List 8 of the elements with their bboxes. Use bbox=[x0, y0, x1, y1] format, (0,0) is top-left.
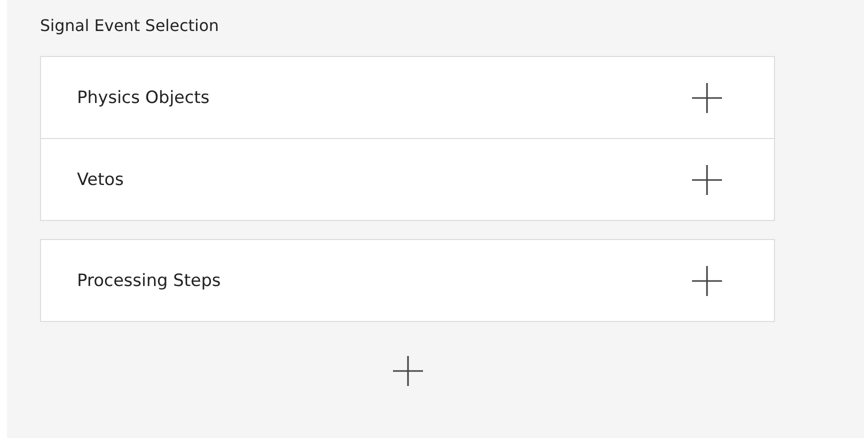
add-icon[interactable] bbox=[392, 356, 422, 386]
add-icon[interactable] bbox=[692, 266, 722, 296]
section-label: Vetos bbox=[77, 170, 124, 190]
add-icon[interactable] bbox=[692, 164, 722, 194]
section-title: Signal Event Selection bbox=[40, 15, 220, 37]
section-label: Processing Steps bbox=[77, 270, 221, 290]
add-icon[interactable] bbox=[692, 82, 722, 112]
section-label: Physics Objects bbox=[77, 88, 210, 108]
